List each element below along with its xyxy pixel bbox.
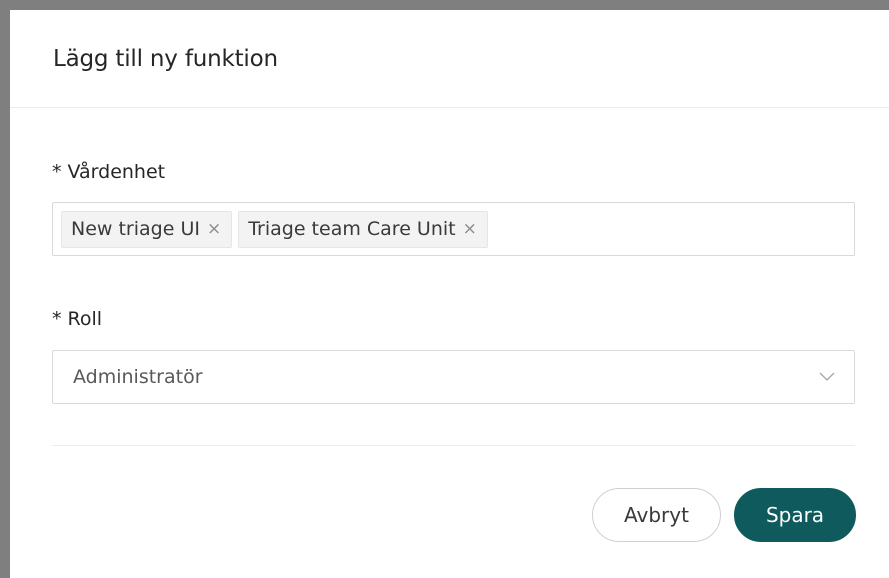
unit-label-text: Vårdenhet [67,161,166,183]
required-marker: * [52,308,62,330]
cancel-button[interactable]: Avbryt [592,488,721,542]
add-function-dialog: Lägg till ny funktion * Vårdenhet New tri… [10,10,889,578]
unit-tag: New triage UI × [61,210,233,248]
role-field-label: * Roll [52,308,102,330]
dialog-header: Lägg till ny funktion [10,10,889,108]
required-marker: * [52,161,62,183]
remove-tag-icon[interactable]: × [463,219,477,239]
footer-divider [52,445,855,446]
unit-multi-select[interactable]: New triage UI × Triage team Care Unit × [52,202,855,256]
role-select-value: Administratör [73,366,203,388]
unit-field-label: * Vårdenhet [52,161,165,183]
unit-tag-label: New triage UI [71,218,200,240]
chevron-down-icon [818,368,836,386]
role-label-text: Roll [67,308,103,330]
unit-tag-label: Triage team Care Unit [248,218,456,240]
dialog-title: Lägg till ny funktion [53,45,278,72]
remove-tag-icon[interactable]: × [207,219,221,239]
save-button[interactable]: Spara [734,488,856,542]
unit-tag: Triage team Care Unit × [238,210,488,248]
role-select[interactable]: Administratör [52,350,855,404]
